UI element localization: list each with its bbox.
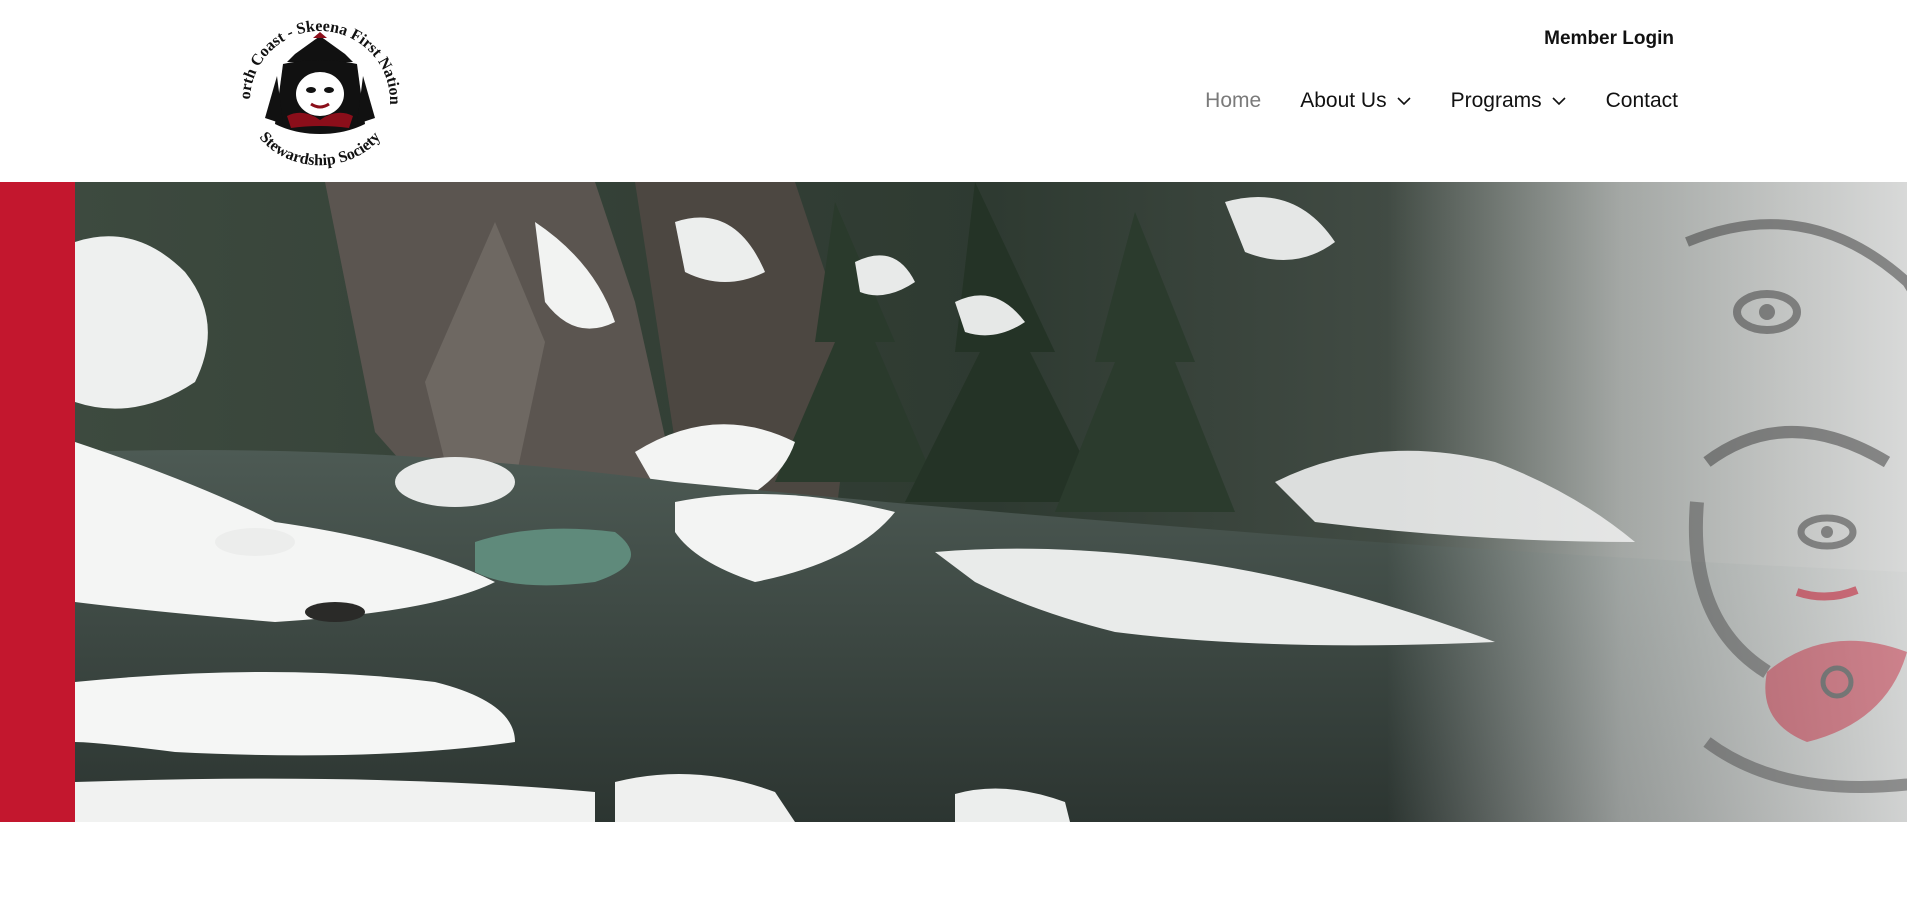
formline-crest-art: [1647, 202, 1907, 822]
site-logo[interactable]: North Coast - Skeena First Nations Stewa…: [225, 6, 415, 171]
nav-home-label: Home: [1205, 89, 1262, 112]
nav-about-us-label: About Us: [1300, 89, 1387, 112]
red-accent-bar: [0, 182, 75, 822]
site-header: North Coast - Skeena First Nations Stewa…: [0, 0, 1907, 182]
chevron-down-icon: [1396, 93, 1412, 109]
formline-art-icon: [1685, 219, 1907, 793]
nav-home[interactable]: Home: [1205, 89, 1261, 113]
member-login-link[interactable]: Member Login: [1544, 28, 1674, 50]
hero-banner: [0, 182, 1907, 822]
svg-text:Stewardship Society: Stewardship Society: [256, 129, 384, 169]
chevron-down-icon: [1551, 93, 1567, 109]
nav-about-us[interactable]: About Us: [1300, 89, 1411, 113]
logo-crest-icon: North Coast - Skeena First Nations Stewa…: [225, 6, 403, 169]
nav-contact-label: Contact: [1605, 89, 1678, 112]
main-nav: Home About Us Programs Contact: [1166, 89, 1678, 113]
nav-contact[interactable]: Contact: [1606, 89, 1678, 113]
nav-programs-label: Programs: [1450, 89, 1542, 112]
nav-programs[interactable]: Programs: [1451, 89, 1567, 113]
